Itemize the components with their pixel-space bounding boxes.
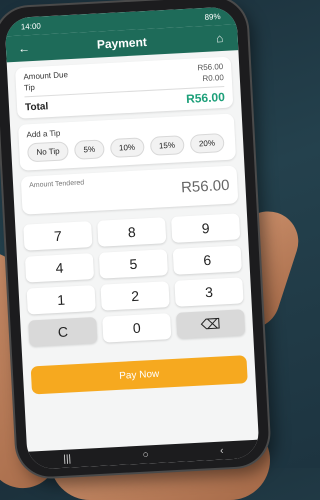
tip-option-10[interactable]: 10%: [109, 137, 145, 159]
home-nav-icon[interactable]: ○: [142, 449, 149, 460]
key-0[interactable]: 0: [102, 313, 172, 343]
key-7[interactable]: 7: [23, 221, 93, 251]
tip-option-15[interactable]: 15%: [149, 135, 185, 156]
tip-label: Tip: [23, 82, 36, 93]
phone-frame: 14:00 89% ← Payment ⌂ Amount Due R56.00 …: [0, 0, 271, 479]
numeric-keypad: 7 8 9 4 5 6 1 2 3 C 0 ⌫: [15, 209, 253, 351]
tip-option-no-tip[interactable]: No Tip: [26, 141, 70, 163]
home-icon[interactable]: ⌂: [211, 31, 228, 46]
system-nav-bar: ||| ○ ‹: [27, 439, 260, 470]
key-2[interactable]: 2: [100, 281, 170, 311]
tip-option-5[interactable]: 5%: [74, 139, 105, 160]
status-battery: 89%: [204, 11, 221, 22]
amount-tendered-field[interactable]: Amount Tendered R56.00: [20, 165, 239, 215]
key-1[interactable]: 1: [26, 285, 96, 315]
key-3[interactable]: 3: [174, 277, 244, 307]
pay-now-button[interactable]: Pay Now: [30, 355, 248, 395]
key-6[interactable]: 6: [172, 245, 242, 275]
tip-card: Add a Tip No Tip 5% 10% 15% 20%: [17, 113, 237, 171]
total-label: Total: [24, 100, 49, 113]
recent-apps-icon[interactable]: |||: [63, 453, 71, 464]
back-arrow-icon[interactable]: ←: [16, 41, 33, 56]
backspace-key[interactable]: ⌫: [176, 309, 246, 339]
tip-option-20[interactable]: 20%: [189, 133, 225, 154]
key-8[interactable]: 8: [97, 217, 167, 247]
pay-row: Pay Now: [22, 347, 256, 403]
phone-screen: 14:00 89% ← Payment ⌂ Amount Due R56.00 …: [4, 6, 260, 470]
total-value: R56.00: [185, 89, 226, 106]
back-nav-icon[interactable]: ‹: [220, 445, 224, 456]
amount-due-value: R56.00: [197, 61, 224, 73]
backspace-icon: ⌫: [200, 314, 221, 333]
key-5[interactable]: 5: [98, 249, 169, 279]
page-title: Payment: [96, 34, 148, 52]
payment-summary-card: Amount Due R56.00 Tip R0.00 Total R56.00: [14, 56, 234, 119]
key-9[interactable]: 9: [171, 213, 241, 243]
key-clear[interactable]: C: [28, 316, 98, 347]
status-time: 14:00: [20, 20, 42, 32]
tip-value: R0.00: [202, 72, 225, 84]
key-4[interactable]: 4: [24, 253, 95, 283]
